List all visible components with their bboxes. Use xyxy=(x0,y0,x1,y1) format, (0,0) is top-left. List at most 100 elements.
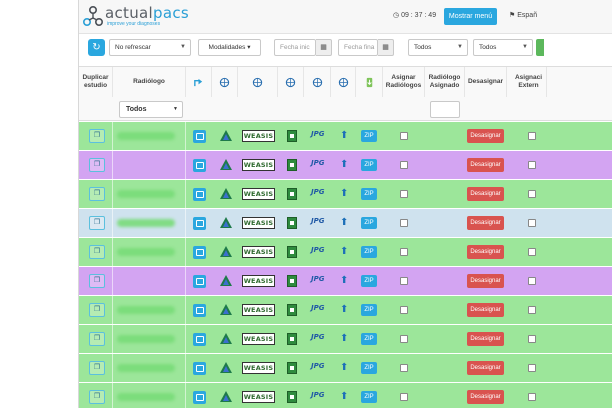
unassign-button[interactable]: Desasignar xyxy=(467,187,504,201)
zip-download-button[interactable]: ZIP xyxy=(361,159,377,171)
external-assignment-checkbox[interactable] xyxy=(528,219,536,227)
zip-download-button[interactable]: ZIP xyxy=(361,362,377,374)
duplicate-study-button[interactable]: ❐ xyxy=(89,158,105,172)
osirix-viewer-icon[interactable] xyxy=(219,332,233,346)
osirix-viewer-icon[interactable] xyxy=(219,361,233,375)
unassign-button[interactable]: Desasignar xyxy=(467,303,504,317)
duplicate-study-button[interactable]: ❐ xyxy=(89,303,105,317)
duplicate-study-button[interactable]: ❐ xyxy=(89,274,105,288)
mobile-viewer-icon[interactable]: ⬆ xyxy=(340,333,348,344)
open-external-button[interactable] xyxy=(193,333,206,346)
osirix-viewer-icon[interactable] xyxy=(219,390,233,404)
external-assignment-checkbox[interactable] xyxy=(528,161,536,169)
duplicate-study-button[interactable]: ❐ xyxy=(89,216,105,230)
unassign-button[interactable]: Desasignar xyxy=(467,129,504,143)
assign-radiologist-checkbox[interactable] xyxy=(400,248,408,256)
zip-download-button[interactable]: ZIP xyxy=(361,275,377,287)
green-action-button[interactable] xyxy=(536,39,544,56)
weasis-viewer-button[interactable]: WEASIS xyxy=(242,217,275,229)
external-assignment-checkbox[interactable] xyxy=(528,190,536,198)
dicom-download-icon[interactable] xyxy=(287,246,297,258)
mobile-viewer-icon[interactable]: ⬆ xyxy=(340,246,348,257)
zip-download-button[interactable]: ZIP xyxy=(361,304,377,316)
unassign-button[interactable]: Desasignar xyxy=(467,274,504,288)
mobile-viewer-icon[interactable]: ⬆ xyxy=(340,362,348,373)
duplicate-study-button[interactable]: ❐ xyxy=(89,129,105,143)
duplicate-study-button[interactable]: ❐ xyxy=(89,187,105,201)
unassign-button[interactable]: Desasignar xyxy=(467,332,504,346)
external-assignment-checkbox[interactable] xyxy=(528,364,536,372)
table-row[interactable]: ❐ WEASIS JPG ⬆ ZIP Desasignar xyxy=(79,296,612,325)
assign-radiologist-checkbox[interactable] xyxy=(400,190,408,198)
dicom-download-icon[interactable] xyxy=(287,304,297,316)
open-external-button[interactable] xyxy=(193,159,206,172)
duplicate-study-button[interactable]: ❐ xyxy=(89,361,105,375)
assign-radiologist-checkbox[interactable] xyxy=(400,393,408,401)
table-row[interactable]: ❐ WEASIS JPG ⬆ ZIP Desasignar xyxy=(79,354,612,383)
unassign-button[interactable]: Desasignar xyxy=(467,245,504,259)
weasis-viewer-button[interactable]: WEASIS xyxy=(242,304,275,316)
zip-download-button[interactable]: ZIP xyxy=(361,130,377,142)
jpg-download-icon[interactable]: JPG xyxy=(311,217,324,225)
mobile-viewer-icon[interactable]: ⬆ xyxy=(340,188,348,199)
assign-radiologist-checkbox[interactable] xyxy=(400,219,408,227)
jpg-download-icon[interactable]: JPG xyxy=(311,275,324,283)
weasis-viewer-button[interactable]: WEASIS xyxy=(242,188,275,200)
external-assignment-checkbox[interactable] xyxy=(528,277,536,285)
open-external-button[interactable] xyxy=(193,275,206,288)
external-assignment-checkbox[interactable] xyxy=(528,393,536,401)
assign-radiologist-checkbox[interactable] xyxy=(400,335,408,343)
jpg-download-icon[interactable]: JPG xyxy=(311,130,324,138)
table-row[interactable]: ❐ WEASIS JPG ⬆ ZIP Desasignar xyxy=(79,209,612,238)
open-external-button[interactable] xyxy=(193,362,206,375)
open-external-button[interactable] xyxy=(193,391,206,404)
jpg-download-icon[interactable]: JPG xyxy=(311,246,324,254)
assigned-radiologist-filter-input[interactable] xyxy=(430,101,460,118)
unassign-button[interactable]: Desasignar xyxy=(467,390,504,404)
external-assignment-checkbox[interactable] xyxy=(528,248,536,256)
zip-download-button[interactable]: ZIP xyxy=(361,391,377,403)
jpg-download-icon[interactable]: JPG xyxy=(311,333,324,341)
osirix-viewer-icon[interactable] xyxy=(219,158,233,172)
jpg-download-icon[interactable]: JPG xyxy=(311,391,324,399)
calendar-icon[interactable]: ▦ xyxy=(316,39,332,56)
unassign-button[interactable]: Desasignar xyxy=(467,361,504,375)
osirix-viewer-icon[interactable] xyxy=(219,245,233,259)
table-row[interactable]: ❐ WEASIS JPG ⬆ ZIP Desasignar xyxy=(79,383,612,408)
unassign-button[interactable]: Desasignar xyxy=(467,158,504,172)
language-selector[interactable]: ⚑ Españ xyxy=(509,11,537,19)
osirix-viewer-icon[interactable] xyxy=(219,129,233,143)
osirix-viewer-icon[interactable] xyxy=(219,274,233,288)
table-row[interactable]: ❐ WEASIS JPG ⬆ ZIP Desasignar xyxy=(79,180,612,209)
mobile-viewer-icon[interactable]: ⬆ xyxy=(340,391,348,402)
logo[interactable]: actualpacs improve your diagnoses xyxy=(83,4,203,30)
zip-download-button[interactable]: ZIP xyxy=(361,333,377,345)
table-row[interactable]: ❐ WEASIS JPG ⬆ ZIP Desasignar xyxy=(79,267,612,296)
jpg-download-icon[interactable]: JPG xyxy=(311,159,324,167)
status-filter-select[interactable]: Todos ▼ xyxy=(408,39,468,56)
date-from-input[interactable]: Fecha inic xyxy=(274,39,316,56)
mobile-viewer-icon[interactable]: ⬆ xyxy=(340,217,348,228)
open-external-button[interactable] xyxy=(193,130,206,143)
weasis-viewer-button[interactable]: WEASIS xyxy=(242,159,275,171)
refresh-interval-select[interactable]: No refrescar ▼ xyxy=(109,39,191,56)
assign-radiologist-checkbox[interactable] xyxy=(400,306,408,314)
weasis-viewer-button[interactable]: WEASIS xyxy=(242,275,275,287)
dicom-download-icon[interactable] xyxy=(287,159,297,171)
calendar-icon[interactable]: ▦ xyxy=(378,39,394,56)
dicom-download-icon[interactable] xyxy=(287,333,297,345)
jpg-download-icon[interactable]: JPG xyxy=(311,362,324,370)
osirix-viewer-icon[interactable] xyxy=(219,187,233,201)
dicom-download-icon[interactable] xyxy=(287,130,297,142)
mobile-viewer-icon[interactable]: ⬆ xyxy=(340,275,348,286)
zip-download-button[interactable]: ZIP xyxy=(361,246,377,258)
osirix-viewer-icon[interactable] xyxy=(219,303,233,317)
table-row[interactable]: ❐ WEASIS JPG ⬆ ZIP Desasignar xyxy=(79,151,612,180)
dicom-download-icon[interactable] xyxy=(287,362,297,374)
duplicate-study-button[interactable]: ❐ xyxy=(89,390,105,404)
external-assignment-checkbox[interactable] xyxy=(528,306,536,314)
zip-download-button[interactable]: ZIP xyxy=(361,217,377,229)
external-assignment-checkbox[interactable] xyxy=(528,335,536,343)
open-external-button[interactable] xyxy=(193,246,206,259)
table-row[interactable]: ❐ WEASIS JPG ⬆ ZIP Desasignar xyxy=(79,122,612,151)
